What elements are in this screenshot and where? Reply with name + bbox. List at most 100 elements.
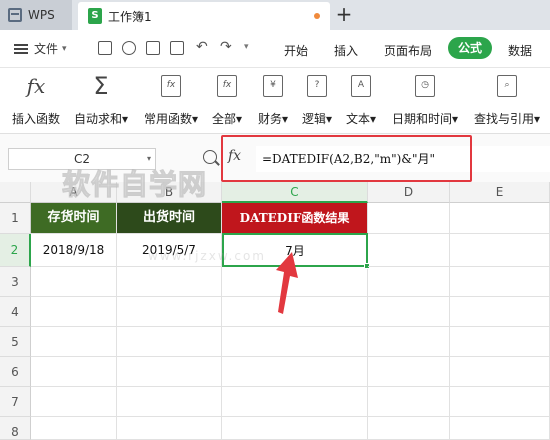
cell-a2[interactable]: 2018/9/18: [31, 234, 117, 267]
select-all-corner[interactable]: [0, 182, 31, 203]
grid-cell[interactable]: [368, 387, 450, 417]
grid-cell[interactable]: [31, 297, 117, 327]
row-header-4[interactable]: 4: [0, 297, 31, 327]
grid-cell[interactable]: [222, 267, 368, 297]
undo-icon[interactable]: ↶: [196, 40, 210, 55]
fx-icon: fx: [26, 74, 46, 98]
grid-cell[interactable]: [117, 417, 222, 440]
column-header-c[interactable]: C: [222, 182, 368, 203]
grid-cell[interactable]: [450, 297, 550, 327]
row-header-6[interactable]: 6: [0, 357, 31, 387]
common-functions-label: 常用函数: [144, 112, 193, 126]
grid-cell[interactable]: [450, 327, 550, 357]
wps-home-label: WPS: [28, 8, 55, 22]
quick-access-dropdown-icon[interactable]: ▾: [244, 41, 258, 55]
lookup-label: 查找与引用: [474, 112, 535, 126]
logic-label: 逻辑: [302, 112, 327, 126]
watermark-url: www.rjzxw.com: [148, 249, 266, 263]
grid-cell[interactable]: [117, 267, 222, 297]
grid-cell[interactable]: [222, 387, 368, 417]
new-tab-button[interactable]: +: [334, 3, 354, 27]
grid-cell[interactable]: [31, 267, 117, 297]
grid-cell[interactable]: [31, 387, 117, 417]
zoom-icon[interactable]: [203, 150, 217, 164]
row-header-5[interactable]: 5: [0, 327, 31, 357]
column-header-e[interactable]: E: [450, 182, 550, 203]
lookup-button[interactable]: ⌕ 查找与引用▾: [474, 74, 540, 127]
finance-label: 财务: [258, 112, 283, 126]
finance-icon: ¥: [263, 75, 284, 97]
print-icon[interactable]: [146, 41, 160, 55]
cell-c1-header[interactable]: DATEDIF函数结果: [222, 203, 368, 234]
export-icon[interactable]: [122, 41, 136, 55]
sigma-icon: Σ: [93, 72, 109, 100]
unsaved-dot-icon: [314, 13, 320, 19]
redo-icon[interactable]: ↷: [220, 40, 234, 55]
logic-button[interactable]: ? 逻辑▾: [302, 74, 332, 127]
wps-home-tab[interactable]: WPS: [0, 0, 72, 30]
grid-cell[interactable]: [31, 417, 117, 440]
all-functions-label: 全部: [212, 112, 237, 126]
grid-cell[interactable]: [450, 203, 550, 234]
grid-cell[interactable]: [117, 297, 222, 327]
title-bar: WPS S 工作簿1 +: [0, 0, 550, 30]
menu-page-layout[interactable]: 页面布局: [384, 42, 432, 59]
grid-cell[interactable]: [222, 357, 368, 387]
grid-cell[interactable]: [368, 267, 450, 297]
menu-data[interactable]: 数据: [508, 42, 532, 59]
cell-a1-header[interactable]: 存货时间: [31, 203, 117, 234]
all-functions-button[interactable]: fx 全部▾: [212, 74, 242, 127]
annotation-highlight-box: [221, 135, 472, 182]
formula-ribbon: fx 插入函数 Σ 自动求和▾ fx 常用函数▾ fx 全部▾ ¥ 财务▾ ? …: [0, 68, 550, 134]
grid-cell[interactable]: [368, 234, 450, 267]
text-button[interactable]: A 文本▾: [346, 74, 376, 127]
spreadsheet-icon: S: [88, 8, 102, 24]
grid-cell[interactable]: [117, 387, 222, 417]
grid-cell[interactable]: [450, 357, 550, 387]
row-header-1[interactable]: 1: [0, 203, 31, 234]
menu-insert[interactable]: 插入: [334, 42, 358, 59]
document-tab-title: 工作簿1: [108, 9, 152, 24]
grid-cell[interactable]: [117, 327, 222, 357]
autosum-button[interactable]: Σ 自动求和▾: [74, 72, 128, 127]
row-header-7[interactable]: 7: [0, 387, 31, 417]
row-header-3[interactable]: 3: [0, 267, 31, 297]
grid-cell[interactable]: [368, 327, 450, 357]
grid-cell[interactable]: [368, 357, 450, 387]
text-label: 文本: [346, 112, 371, 126]
grid-cell[interactable]: [450, 417, 550, 440]
wps-logo-icon: [8, 8, 22, 22]
grid-cell[interactable]: [368, 297, 450, 327]
chevron-down-icon: ▾: [62, 43, 67, 54]
save-icon[interactable]: [98, 41, 112, 55]
finance-button[interactable]: ¥ 财务▾: [258, 74, 288, 127]
all-functions-icon: fx: [217, 75, 238, 97]
grid-cell[interactable]: [450, 234, 550, 267]
file-menu-button[interactable]: 文件 ▾: [14, 40, 67, 57]
logic-icon: ?: [307, 75, 328, 97]
grid-cell[interactable]: [222, 327, 368, 357]
print-preview-icon[interactable]: [170, 41, 184, 55]
date-time-icon: ◷: [415, 75, 436, 97]
row-header-8[interactable]: 8: [0, 417, 31, 440]
menu-formulas[interactable]: 公式: [448, 37, 492, 59]
common-functions-button[interactable]: fx 常用函数▾: [144, 74, 198, 127]
lookup-icon: ⌕: [497, 75, 518, 97]
grid-cell[interactable]: [368, 417, 450, 440]
grid-cell[interactable]: [31, 357, 117, 387]
grid-cell[interactable]: [368, 203, 450, 234]
column-header-d[interactable]: D: [368, 182, 450, 203]
row-header-2[interactable]: 2: [0, 234, 31, 267]
grid-cell[interactable]: [31, 327, 117, 357]
cell-b1-header[interactable]: 出货时间: [117, 203, 222, 234]
date-time-button[interactable]: ◷ 日期和时间▾: [392, 74, 458, 127]
grid-cell[interactable]: [450, 267, 550, 297]
grid-cell[interactable]: [117, 357, 222, 387]
insert-function-button[interactable]: fx 插入函数: [12, 74, 60, 127]
grid-cell[interactable]: [222, 417, 368, 440]
menu-home[interactable]: 开始: [284, 42, 308, 59]
grid-cell[interactable]: [450, 387, 550, 417]
grid-cell[interactable]: [222, 297, 368, 327]
insert-function-label: 插入函数: [12, 112, 61, 126]
document-tab[interactable]: S 工作簿1: [78, 2, 330, 30]
